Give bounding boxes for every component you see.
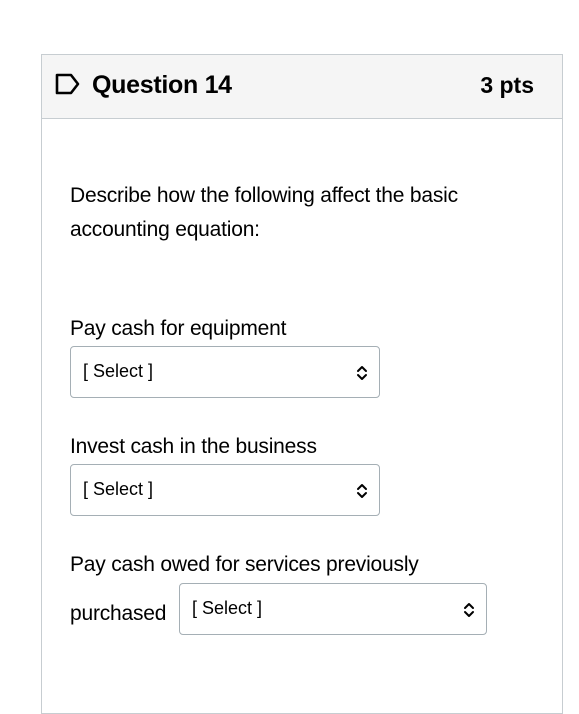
question-header: Question 14 3 pts <box>42 55 562 119</box>
select-invest[interactable]: [ Select ] <box>70 464 380 516</box>
question-prompt: Describe how the following affect the ba… <box>70 184 458 241</box>
select-equipment-value: [ Select ] <box>83 361 154 381</box>
select-services[interactable]: [ Select ] <box>179 583 487 635</box>
item-label-equipment: Pay cash for equipment <box>70 317 287 340</box>
question-card: Question 14 3 pts Describe how the follo… <box>41 54 563 714</box>
flag-question-icon[interactable] <box>55 73 81 95</box>
item-label-services: Pay cash owed for services previously <box>70 553 419 576</box>
item-label-invest: Invest cash in the business <box>70 435 317 458</box>
question-points: 3 pts <box>480 72 534 98</box>
select-invest-value: [ Select ] <box>83 479 154 499</box>
select-services-value: [ Select ] <box>192 598 263 618</box>
select-equipment[interactable]: [ Select ] <box>70 346 380 398</box>
select-updown-icon <box>357 366 367 380</box>
select-updown-icon <box>357 484 367 498</box>
question-title: Question 14 <box>92 71 232 99</box>
select-updown-icon <box>464 603 474 617</box>
item-label-services-cont: purchased <box>70 602 167 625</box>
